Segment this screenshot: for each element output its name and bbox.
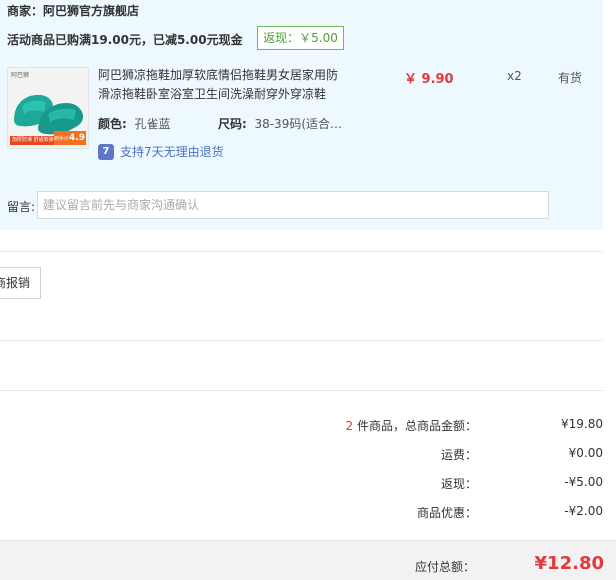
product-size: 尺码: 38-39码(适合36-37码) — [218, 115, 348, 132]
size-value: 38-39码(适合36-37码) — [254, 117, 348, 131]
summary-discount-label: 商品优惠： — [416, 506, 477, 520]
summary-shipping-value: ¥0.00 — [568, 446, 603, 460]
summary-count-suffix: 件商品，总商品金额： — [353, 419, 477, 433]
summary-discount-value: -¥2.00 — [564, 504, 603, 518]
note-label: 留言: — [7, 200, 36, 214]
product-quantity: x2 — [507, 69, 522, 83]
checkout-page: 商家：阿巴狮官方旗舰店 活动商品已购满19.00元，已减5.00元现金 返现：￥… — [0, 0, 616, 580]
summary-rebate-label: 返现： — [440, 477, 477, 491]
order-block: 商家：阿巴狮官方旗舰店 活动商品已购满19.00元，已减5.00元现金 返现：￥… — [0, 0, 603, 230]
product-color: 颜色: 孔雀蓝 — [98, 115, 170, 132]
seller-label: 商家： — [7, 4, 44, 18]
thumb-badge-right-value: 4.9 — [69, 133, 85, 143]
size-label: 尺码: — [218, 117, 247, 131]
return-policy[interactable]: 7 支持7天无理由退货 — [98, 143, 224, 160]
note-input[interactable] — [37, 191, 549, 219]
seller-name[interactable]: 阿巴狮官方旗舰店 — [43, 4, 139, 18]
color-label: 颜色: — [98, 117, 127, 131]
seller-line: 商家：阿巴狮官方旗舰店 — [7, 2, 139, 19]
summary-goods-total: ¥19.80 — [561, 417, 603, 431]
return-policy-text: 支持7天无理由退货 — [120, 145, 224, 159]
thumb-badge-left: 加厚防滑 舒适软弹 — [10, 136, 54, 145]
thumb-brand: 阿巴狮 — [11, 72, 30, 79]
summary-rebate-value: -¥5.00 — [564, 475, 603, 489]
rebate-tag: 返现：￥5.00 — [257, 26, 344, 50]
summary-goods-label: 2 件商品，总商品金额： — [346, 417, 477, 434]
product-stock-status: 有货 — [558, 71, 583, 85]
divider — [0, 340, 603, 341]
product-title-link[interactable]: 阿巴狮凉拖鞋加厚软底情侣拖鞋男女居家用防滑凉拖鞋卧室浴室卫生间洗澡耐穿外穿凉鞋 — [98, 66, 348, 104]
invoice-reimburse-button[interactable]: 商报销 — [0, 267, 41, 299]
summary-shipping-label: 运费： — [440, 448, 477, 462]
total-bar: 应付总额： ¥12.80 — [0, 540, 616, 580]
thumb-badge-right-small: 到手价 — [54, 136, 70, 142]
total-value: ¥12.80 — [534, 553, 604, 574]
divider — [0, 390, 603, 391]
thumb-badge-right: 到手价4.9 — [54, 131, 86, 145]
return-7day-icon: 7 — [98, 143, 114, 160]
product-price: ￥ 9.90 — [404, 72, 454, 87]
product-thumbnail[interactable]: 阿巴狮 加厚防滑 舒适软弹 到手价4.9 — [7, 67, 89, 149]
color-value: 孔雀蓝 — [134, 117, 171, 131]
promo-text: 活动商品已购满19.00元，已减5.00元现金 — [7, 33, 243, 47]
divider — [0, 251, 603, 252]
total-label: 应付总额： — [414, 560, 475, 574]
